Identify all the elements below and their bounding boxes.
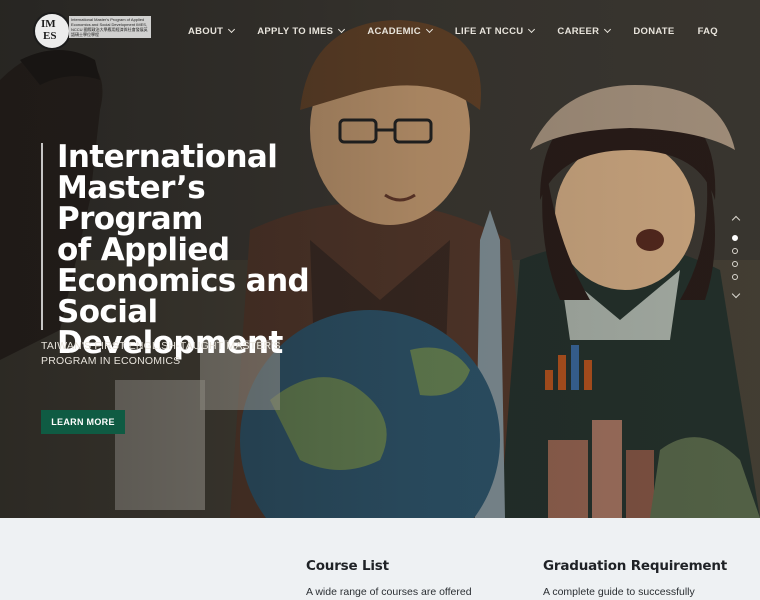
- slider-dot[interactable]: [732, 235, 738, 241]
- title-accent-line: [41, 143, 43, 330]
- chevron-up-icon[interactable]: [731, 215, 741, 225]
- chevron-down-icon: [228, 25, 236, 34]
- slider-dot[interactable]: [732, 274, 738, 280]
- chevron-down-icon: [425, 25, 433, 34]
- slider-dot[interactable]: [732, 248, 738, 254]
- card-text: A wide range of courses are offered: [306, 586, 472, 598]
- nav-label: CAREER: [557, 25, 600, 37]
- nav-label: FAQ: [697, 25, 718, 37]
- nav-item-faq[interactable]: FAQ: [698, 24, 718, 38]
- logo-wordmark: International Master's Program of Applie…: [69, 16, 151, 38]
- nav-item-donate[interactable]: DONATE: [633, 24, 674, 38]
- chevron-down-icon: [338, 25, 346, 34]
- logo-emblem: IM ES: [33, 12, 71, 50]
- nav-label: DONATE: [633, 25, 675, 37]
- chevron-down-icon: [604, 25, 612, 34]
- nav-label: LIFE AT NCCU: [454, 25, 524, 37]
- nav-label: ABOUT: [187, 25, 224, 37]
- hero-subtitle: TAIWAN'S FIRST ENGLISH-TAUGHT MASTER'S P…: [41, 340, 281, 367]
- main-nav: ABOUT APPLY TO IMES ACADEMIC LIFE AT NCC…: [165, 24, 718, 38]
- card-title: Graduation Requirement: [543, 558, 728, 574]
- slider-dot[interactable]: [732, 261, 738, 267]
- feature-section: Course List A wide range of courses are …: [0, 518, 760, 600]
- nav-label: APPLY TO IMES: [257, 25, 334, 37]
- logo-monogram-bottom: ES: [43, 30, 57, 42]
- hero-title-line: of Applied: [57, 232, 230, 268]
- slider-nav: [730, 213, 744, 303]
- logo-monogram-top: IM: [41, 18, 56, 30]
- card-title: Course List: [306, 558, 389, 574]
- hero-title-line: International: [57, 139, 278, 175]
- nav-item-apply[interactable]: APPLY TO IMES: [257, 24, 346, 38]
- hero-title-line: Master’s Program: [57, 170, 206, 237]
- hero-title: International Master’s Program of Applie…: [57, 142, 357, 359]
- chevron-down-icon[interactable]: [731, 289, 741, 299]
- imes-logo[interactable]: IM ES International Master's Program of …: [33, 12, 151, 50]
- chevron-down-icon: [528, 25, 536, 34]
- nav-label: ACADEMIC: [367, 25, 421, 37]
- course-list-card[interactable]: Course List A wide range of courses are …: [306, 558, 496, 598]
- nav-item-career[interactable]: CAREER: [557, 24, 612, 38]
- hero-title-line: Economics and: [57, 263, 310, 299]
- hero-title-line: Social: [57, 294, 158, 330]
- nav-item-about[interactable]: ABOUT: [187, 24, 236, 38]
- learn-more-button[interactable]: LEARN MORE: [41, 410, 125, 434]
- nav-item-academic[interactable]: ACADEMIC: [367, 24, 433, 38]
- graduation-requirement-card[interactable]: Graduation Requirement A complete guide …: [543, 558, 733, 598]
- card-text: A complete guide to successfully: [543, 586, 695, 598]
- nav-item-life-at-nccu[interactable]: LIFE AT NCCU: [454, 24, 536, 38]
